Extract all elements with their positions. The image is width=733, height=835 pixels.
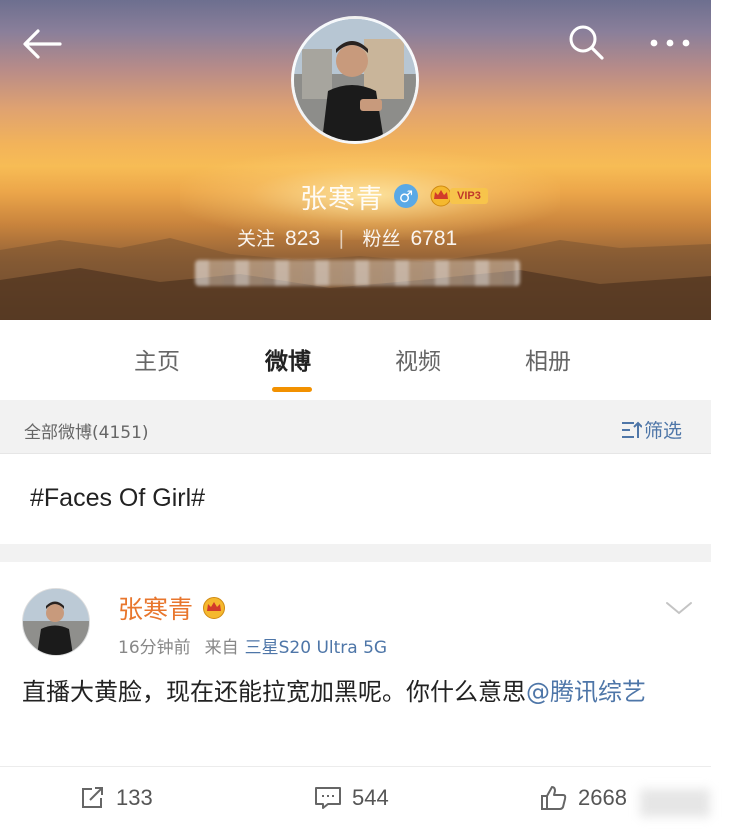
vip-crown-icon[interactable]: [201, 596, 227, 620]
profile-tabs: 主页 微博 视频 相册: [0, 320, 711, 400]
filter-icon: [622, 421, 642, 438]
card-separator: [0, 544, 711, 562]
post-author-name[interactable]: 张寒青: [118, 590, 193, 626]
followers-label: 粉丝: [362, 228, 401, 250]
post-actions-bar: 133 544 2668: [0, 766, 711, 832]
post-device-link[interactable]: 三星S20 Ultra 5G: [245, 638, 387, 658]
tab-weibo[interactable]: 微博: [265, 342, 311, 376]
watermark-blur: [640, 789, 710, 817]
tab-video[interactable]: 视频: [395, 342, 441, 376]
blurred-bio-text: [195, 260, 520, 286]
profile-avatar[interactable]: [291, 16, 419, 144]
post-text: 直播大黄脸，现在还能拉宽加黑呢。你什么意思: [22, 678, 526, 706]
weibo-post: 张寒青 16分钟前 来自 三星S20 Ultra 5G 直播大黄脸，现在还能拉宽加黑…: [0, 562, 711, 835]
male-icon: ♂: [394, 184, 418, 208]
back-button[interactable]: [20, 26, 64, 62]
post-options-button[interactable]: [664, 598, 694, 618]
topic-hashtag[interactable]: #Faces Of Girl#: [30, 484, 205, 513]
post-source-label: 来自: [204, 638, 239, 658]
active-tab-indicator: [272, 387, 312, 392]
post-time: 16分钟前: [118, 638, 191, 658]
share-icon: [82, 787, 103, 808]
post-body: 直播大黄脸，现在还能拉宽加黑呢。你什么意思@腾讯综艺: [22, 674, 692, 711]
repost-count: 133: [116, 785, 153, 810]
search-button[interactable]: [566, 22, 606, 62]
vip-badge[interactable]: VIP3: [428, 185, 488, 207]
arrow-left-icon: [23, 29, 62, 59]
comment-count: 544: [352, 785, 389, 810]
post-mention-link[interactable]: @腾讯综艺: [526, 678, 646, 706]
profile-name: 张寒青: [300, 183, 384, 215]
post-author-avatar[interactable]: [22, 588, 90, 656]
following-stat[interactable]: 关注 823: [237, 224, 320, 251]
stats-separator: |: [338, 226, 345, 249]
chevron-down-icon: [666, 602, 692, 615]
filter-label: 筛选: [644, 420, 683, 442]
tab-home[interactable]: 主页: [134, 342, 180, 376]
like-count: 2668: [578, 785, 627, 810]
thumbs-up-icon: [541, 786, 567, 810]
vip-level-label: VIP3: [450, 188, 488, 204]
more-button[interactable]: [646, 30, 694, 56]
profile-name-row: 张寒青 ♂ VIP3: [300, 176, 488, 216]
avatar-photo-small: [23, 589, 89, 655]
profile-stats: 关注 823 | 粉丝 6781: [237, 224, 457, 251]
post-author-row: 张寒青: [118, 590, 227, 626]
comment-icon: [315, 787, 341, 809]
profile-cover: 张寒青 ♂ VIP3 关注 823 | 粉丝 6781: [0, 0, 711, 320]
tab-album[interactable]: 相册: [525, 342, 571, 376]
post-meta: 16分钟前 来自 三星S20 Ultra 5G: [118, 633, 387, 658]
more-dots-icon: [650, 39, 690, 47]
repost-button[interactable]: 133: [80, 785, 153, 811]
following-count: 823: [285, 227, 321, 250]
following-label: 关注: [237, 228, 276, 250]
like-button[interactable]: 2668: [540, 785, 627, 811]
topic-card[interactable]: #Faces Of Girl#: [0, 454, 711, 544]
all-weibo-count: 全部微博(4151): [24, 423, 149, 443]
avatar-photo: [294, 19, 416, 141]
filter-button[interactable]: 筛选: [620, 416, 682, 443]
search-icon: [569, 25, 604, 60]
followers-stat[interactable]: 粉丝 6781: [362, 224, 457, 251]
comment-button[interactable]: 544: [314, 785, 389, 811]
followers-count: 6781: [410, 227, 458, 250]
filter-bar: 全部微博(4151) 筛选: [0, 400, 711, 454]
